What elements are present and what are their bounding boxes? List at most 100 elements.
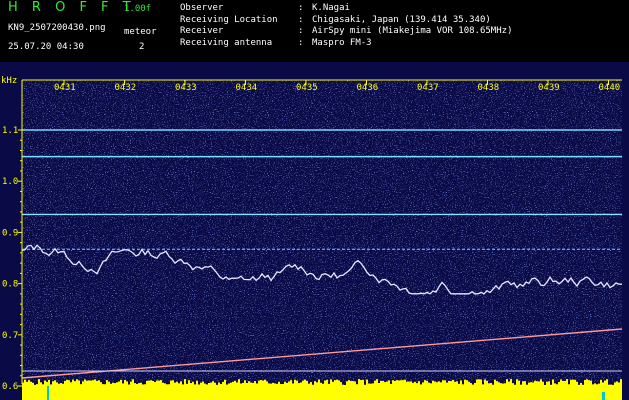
power-bar-spike xyxy=(186,383,188,386)
power-bar-spike xyxy=(170,380,172,386)
power-bar-spike xyxy=(320,382,322,386)
filename-label: KN9_2507200430.png xyxy=(8,23,106,33)
frequency-tick-label: 1.0 xyxy=(2,177,18,187)
power-bar-spike xyxy=(416,383,418,386)
power-bar-spike xyxy=(144,384,146,386)
power-bar-spike xyxy=(342,384,344,386)
power-bar-spike xyxy=(210,382,212,386)
power-bar-spike xyxy=(404,379,406,386)
power-bar-spike xyxy=(620,379,622,386)
power-bar-spike xyxy=(360,380,362,386)
power-bar-spike xyxy=(422,382,424,386)
power-bar-spike xyxy=(316,382,318,386)
meta-sep: : xyxy=(298,26,304,36)
power-bar-spike xyxy=(338,380,340,386)
power-bar-spike xyxy=(100,382,102,386)
power-bar-spike xyxy=(500,383,502,386)
power-bar-spike xyxy=(430,383,432,386)
power-bar-spike xyxy=(560,379,562,386)
power-bar-spike xyxy=(34,384,36,386)
power-bar-spike xyxy=(40,382,42,386)
power-bar-spike xyxy=(462,384,464,386)
power-bar-spike xyxy=(398,380,400,386)
power-bar-spike xyxy=(292,383,294,386)
power-bar-spike xyxy=(244,380,246,386)
power-bar-spike xyxy=(598,383,600,386)
power-bar-spike xyxy=(370,383,372,386)
power-bar-spike xyxy=(276,383,278,386)
meteor-label: meteor xyxy=(124,27,157,37)
power-bar-spike xyxy=(222,381,224,386)
power-bar-spike xyxy=(116,382,118,386)
power-bar-spike xyxy=(558,382,560,386)
power-bar-spike xyxy=(106,380,108,386)
version-label: 1.00f xyxy=(124,4,152,14)
power-bar-spike xyxy=(352,381,354,386)
power-bar-spike xyxy=(82,381,84,386)
power-bar-spike xyxy=(284,381,286,386)
meta-value: AirSpy mini (Miakejima VOR 108.65MHz) xyxy=(312,26,513,36)
power-bar-spike xyxy=(142,384,144,386)
power-bar-spike xyxy=(496,381,498,386)
power-bar-spike xyxy=(138,383,140,386)
power-bar-spike xyxy=(214,382,216,386)
power-bar-spike xyxy=(254,381,256,386)
power-bar-spike xyxy=(476,379,478,386)
spectrogram-waterfall: kHz 1.1 1.0 0.9 0.8 0.7 0.6 0431 0432 0433 0434 0… xyxy=(0,62,629,400)
power-bar-spike xyxy=(482,384,484,386)
power-bar-spike xyxy=(604,380,606,386)
power-bar-spike xyxy=(304,379,306,386)
power-bar-spike xyxy=(234,380,236,386)
power-bar-spike xyxy=(148,380,150,386)
power-bar-spike xyxy=(602,382,604,386)
power-bar-spike xyxy=(582,384,584,386)
power-bar-spike xyxy=(96,380,98,386)
power-bar-spike xyxy=(280,384,282,386)
power-bar-spike xyxy=(472,384,474,386)
power-bar-spike xyxy=(326,379,328,386)
power-bar-spike xyxy=(526,384,528,386)
power-bar-spike xyxy=(208,382,210,386)
meta-value: Maspro FM-3 xyxy=(312,37,372,48)
power-bar-spike xyxy=(42,384,44,386)
power-bar-spike xyxy=(76,379,78,386)
power-bar-spike xyxy=(514,384,516,386)
power-bar-spike xyxy=(80,384,82,386)
power-bar-spike xyxy=(118,381,120,386)
power-bar-spike xyxy=(154,382,156,386)
power-bar-spike xyxy=(30,381,32,386)
power-bar-spike xyxy=(310,382,312,386)
power-bar-spike xyxy=(308,383,310,386)
power-bar-spike xyxy=(584,379,586,386)
power-bar-spike xyxy=(460,380,462,386)
power-bar-spike xyxy=(504,383,506,386)
power-bar-spike xyxy=(386,381,388,386)
power-bar-spike xyxy=(260,379,262,386)
power-bar-spike xyxy=(434,381,436,386)
power-bar-spike xyxy=(48,379,50,386)
frequency-tick-label: 1.1 xyxy=(2,126,18,136)
meta-sep: : xyxy=(298,14,304,25)
meta-key: Observer xyxy=(180,3,224,13)
power-bar-spike xyxy=(228,383,230,386)
power-bar-spike xyxy=(24,379,26,386)
power-bar-spike xyxy=(502,383,504,386)
power-bar-spike xyxy=(272,382,274,386)
power-bar-spike xyxy=(278,381,280,386)
power-bar-spike xyxy=(104,384,106,386)
power-bar-spike xyxy=(68,380,70,386)
power-bar-spike xyxy=(432,380,434,386)
power-bar-spike xyxy=(274,383,276,386)
power-bar-spike xyxy=(612,384,614,386)
power-bar-fill xyxy=(22,386,622,400)
power-bar-spike xyxy=(356,384,358,386)
power-bar-spike xyxy=(568,384,570,386)
power-bar-spike xyxy=(334,380,336,386)
power-bar-spike xyxy=(344,384,346,386)
power-bar-spike xyxy=(546,381,548,386)
meta-row-observer: Observer : K.Nagai xyxy=(180,3,512,15)
power-bar-spike xyxy=(396,380,398,386)
power-bar-spike xyxy=(592,384,594,386)
meta-row-receiver: Receiver : AirSpy mini (Miakejima VOR 10… xyxy=(180,26,512,38)
power-bar-spike xyxy=(474,382,476,386)
